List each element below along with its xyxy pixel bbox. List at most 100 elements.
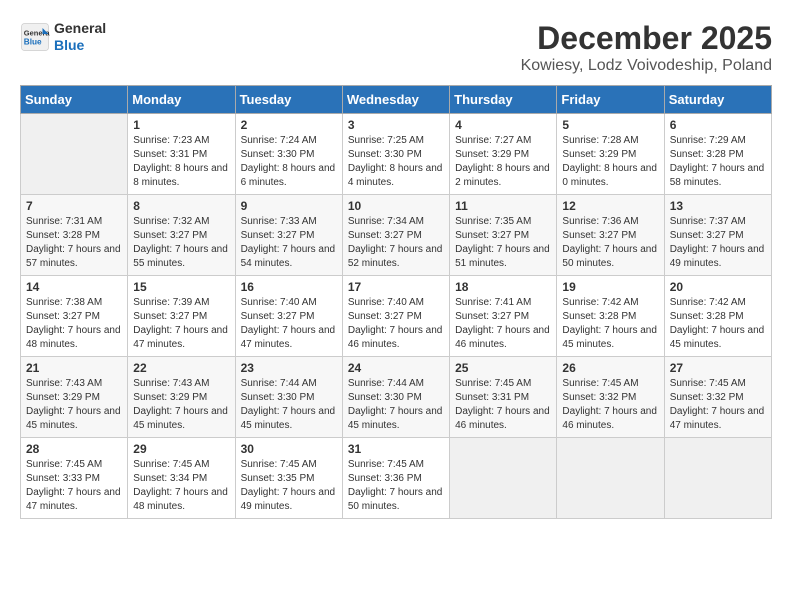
day-number: 19 xyxy=(562,280,658,294)
day-number: 15 xyxy=(133,280,229,294)
calendar-cell: 8 Sunrise: 7:32 AMSunset: 3:27 PMDaylight… xyxy=(128,195,235,276)
day-info: Sunrise: 7:41 AMSunset: 3:27 PMDaylight:… xyxy=(455,296,551,352)
day-number: 4 xyxy=(455,118,551,132)
day-number: 14 xyxy=(26,280,122,294)
day-number: 9 xyxy=(241,199,337,213)
day-info: Sunrise: 7:42 AMSunset: 3:28 PMDaylight:… xyxy=(670,296,766,352)
day-info: Sunrise: 7:36 AMSunset: 3:27 PMDaylight:… xyxy=(562,215,658,271)
day-info: Sunrise: 7:28 AMSunset: 3:29 PMDaylight:… xyxy=(562,134,658,190)
calendar-header-row: SundayMondayTuesdayWednesdayThursdayFrid… xyxy=(21,86,772,114)
day-info: Sunrise: 7:34 AMSunset: 3:27 PMDaylight:… xyxy=(348,215,444,271)
day-header-monday: Monday xyxy=(128,86,235,114)
calendar-week-1: 1Sunrise: 7:23 AMSunset: 3:31 PMDaylight… xyxy=(21,114,772,195)
calendar-cell: 29 Sunrise: 7:45 AMSunset: 3:34 PMDayligh… xyxy=(128,438,235,519)
day-number: 24 xyxy=(348,361,444,375)
day-number: 31 xyxy=(348,442,444,456)
calendar-cell xyxy=(450,438,557,519)
calendar-week-5: 28Sunrise: 7:45 AMSunset: 3:33 PMDayligh… xyxy=(21,438,772,519)
day-header-saturday: Saturday xyxy=(664,86,771,114)
calendar-cell: 16 Sunrise: 7:40 AMSunset: 3:27 PMDayligh… xyxy=(235,276,342,357)
day-number: 12 xyxy=(562,199,658,213)
calendar-cell: 5 Sunrise: 7:28 AMSunset: 3:29 PMDaylight… xyxy=(557,114,664,195)
day-info: Sunrise: 7:44 AMSunset: 3:30 PMDaylight:… xyxy=(241,377,337,433)
day-info: Sunrise: 7:39 AMSunset: 3:27 PMDaylight:… xyxy=(133,296,229,352)
day-number: 8 xyxy=(133,199,229,213)
calendar-table: SundayMondayTuesdayWednesdayThursdayFrid… xyxy=(20,85,772,519)
day-number: 26 xyxy=(562,361,658,375)
day-info: Sunrise: 7:45 AMSunset: 3:31 PMDaylight:… xyxy=(455,377,551,433)
day-number: 22 xyxy=(133,361,229,375)
calendar-cell xyxy=(21,114,128,195)
calendar-week-3: 14 Sunrise: 7:38 AMSunset: 3:27 PMDayligh… xyxy=(21,276,772,357)
day-info: Sunrise: 7:45 AMSunset: 3:34 PMDaylight:… xyxy=(133,458,229,514)
calendar-cell: 10 Sunrise: 7:34 AMSunset: 3:27 PMDayligh… xyxy=(342,195,449,276)
day-header-sunday: Sunday xyxy=(21,86,128,114)
day-number: 10 xyxy=(348,199,444,213)
day-number: 28 xyxy=(26,442,122,456)
day-header-friday: Friday xyxy=(557,86,664,114)
calendar-cell: 18 Sunrise: 7:41 AMSunset: 3:27 PMDayligh… xyxy=(450,276,557,357)
day-info: Sunrise: 7:40 AMSunset: 3:27 PMDaylight:… xyxy=(348,296,444,352)
calendar-cell: 20 Sunrise: 7:42 AMSunset: 3:28 PMDayligh… xyxy=(664,276,771,357)
day-number: 1 xyxy=(133,118,229,132)
day-info: Sunrise: 7:43 AMSunset: 3:29 PMDaylight:… xyxy=(133,377,229,433)
day-number: 2 xyxy=(241,118,337,132)
day-info: Sunrise: 7:25 AMSunset: 3:30 PMDaylight:… xyxy=(348,134,444,190)
calendar-cell: 19 Sunrise: 7:42 AMSunset: 3:28 PMDayligh… xyxy=(557,276,664,357)
calendar-cell: 2 Sunrise: 7:24 AMSunset: 3:30 PMDaylight… xyxy=(235,114,342,195)
svg-text:Blue: Blue xyxy=(24,37,42,46)
day-info: Sunrise: 7:35 AMSunset: 3:27 PMDaylight:… xyxy=(455,215,551,271)
day-info: Sunrise: 7:38 AMSunset: 3:27 PMDaylight:… xyxy=(26,296,122,352)
calendar-cell: 24 Sunrise: 7:44 AMSunset: 3:30 PMDayligh… xyxy=(342,357,449,438)
logo-blue: Blue xyxy=(54,37,106,54)
day-number: 18 xyxy=(455,280,551,294)
calendar-week-2: 7 Sunrise: 7:31 AMSunset: 3:28 PMDaylight… xyxy=(21,195,772,276)
day-number: 23 xyxy=(241,361,337,375)
calendar-cell: 25Sunrise: 7:45 AMSunset: 3:31 PMDayligh… xyxy=(450,357,557,438)
day-number: 20 xyxy=(670,280,766,294)
day-info: Sunrise: 7:24 AMSunset: 3:30 PMDaylight:… xyxy=(241,134,337,190)
calendar-cell: 1Sunrise: 7:23 AMSunset: 3:31 PMDaylight… xyxy=(128,114,235,195)
calendar-cell: 17Sunrise: 7:40 AMSunset: 3:27 PMDayligh… xyxy=(342,276,449,357)
day-info: Sunrise: 7:40 AMSunset: 3:27 PMDaylight:… xyxy=(241,296,337,352)
calendar-cell: 12 Sunrise: 7:36 AMSunset: 3:27 PMDayligh… xyxy=(557,195,664,276)
title-block: December 2025 Kowiesy, Lodz Voivodeship,… xyxy=(521,20,772,75)
day-number: 27 xyxy=(670,361,766,375)
day-number: 11 xyxy=(455,199,551,213)
day-info: Sunrise: 7:45 AMSunset: 3:32 PMDaylight:… xyxy=(670,377,766,433)
day-info: Sunrise: 7:33 AMSunset: 3:27 PMDaylight:… xyxy=(241,215,337,271)
calendar-cell xyxy=(557,438,664,519)
day-number: 29 xyxy=(133,442,229,456)
day-header-thursday: Thursday xyxy=(450,86,557,114)
calendar-cell: 21 Sunrise: 7:43 AMSunset: 3:29 PMDayligh… xyxy=(21,357,128,438)
calendar-cell: 30Sunrise: 7:45 AMSunset: 3:35 PMDayligh… xyxy=(235,438,342,519)
day-info: Sunrise: 7:27 AMSunset: 3:29 PMDaylight:… xyxy=(455,134,551,190)
calendar-cell: 28Sunrise: 7:45 AMSunset: 3:33 PMDayligh… xyxy=(21,438,128,519)
day-number: 16 xyxy=(241,280,337,294)
day-info: Sunrise: 7:31 AMSunset: 3:28 PMDaylight:… xyxy=(26,215,122,271)
day-number: 13 xyxy=(670,199,766,213)
calendar-cell xyxy=(664,438,771,519)
day-info: Sunrise: 7:32 AMSunset: 3:27 PMDaylight:… xyxy=(133,215,229,271)
day-info: Sunrise: 7:43 AMSunset: 3:29 PMDaylight:… xyxy=(26,377,122,433)
day-header-tuesday: Tuesday xyxy=(235,86,342,114)
logo: General Blue General Blue xyxy=(20,20,106,54)
day-info: Sunrise: 7:42 AMSunset: 3:28 PMDaylight:… xyxy=(562,296,658,352)
calendar-week-4: 21 Sunrise: 7:43 AMSunset: 3:29 PMDayligh… xyxy=(21,357,772,438)
calendar-cell: 14 Sunrise: 7:38 AMSunset: 3:27 PMDayligh… xyxy=(21,276,128,357)
day-number: 5 xyxy=(562,118,658,132)
calendar-cell: 31 Sunrise: 7:45 AMSunset: 3:36 PMDayligh… xyxy=(342,438,449,519)
day-info: Sunrise: 7:29 AMSunset: 3:28 PMDaylight:… xyxy=(670,134,766,190)
day-number: 7 xyxy=(26,199,122,213)
day-info: Sunrise: 7:45 AMSunset: 3:32 PMDaylight:… xyxy=(562,377,658,433)
day-info: Sunrise: 7:45 AMSunset: 3:36 PMDaylight:… xyxy=(348,458,444,514)
calendar-cell: 26 Sunrise: 7:45 AMSunset: 3:32 PMDayligh… xyxy=(557,357,664,438)
day-number: 21 xyxy=(26,361,122,375)
day-info: Sunrise: 7:44 AMSunset: 3:30 PMDaylight:… xyxy=(348,377,444,433)
day-info: Sunrise: 7:37 AMSunset: 3:27 PMDaylight:… xyxy=(670,215,766,271)
calendar-cell: 7 Sunrise: 7:31 AMSunset: 3:28 PMDaylight… xyxy=(21,195,128,276)
calendar-cell: 23 Sunrise: 7:44 AMSunset: 3:30 PMDayligh… xyxy=(235,357,342,438)
calendar-cell: 4 Sunrise: 7:27 AMSunset: 3:29 PMDaylight… xyxy=(450,114,557,195)
calendar-cell: 3Sunrise: 7:25 AMSunset: 3:30 PMDaylight… xyxy=(342,114,449,195)
calendar-cell: 11 Sunrise: 7:35 AMSunset: 3:27 PMDayligh… xyxy=(450,195,557,276)
